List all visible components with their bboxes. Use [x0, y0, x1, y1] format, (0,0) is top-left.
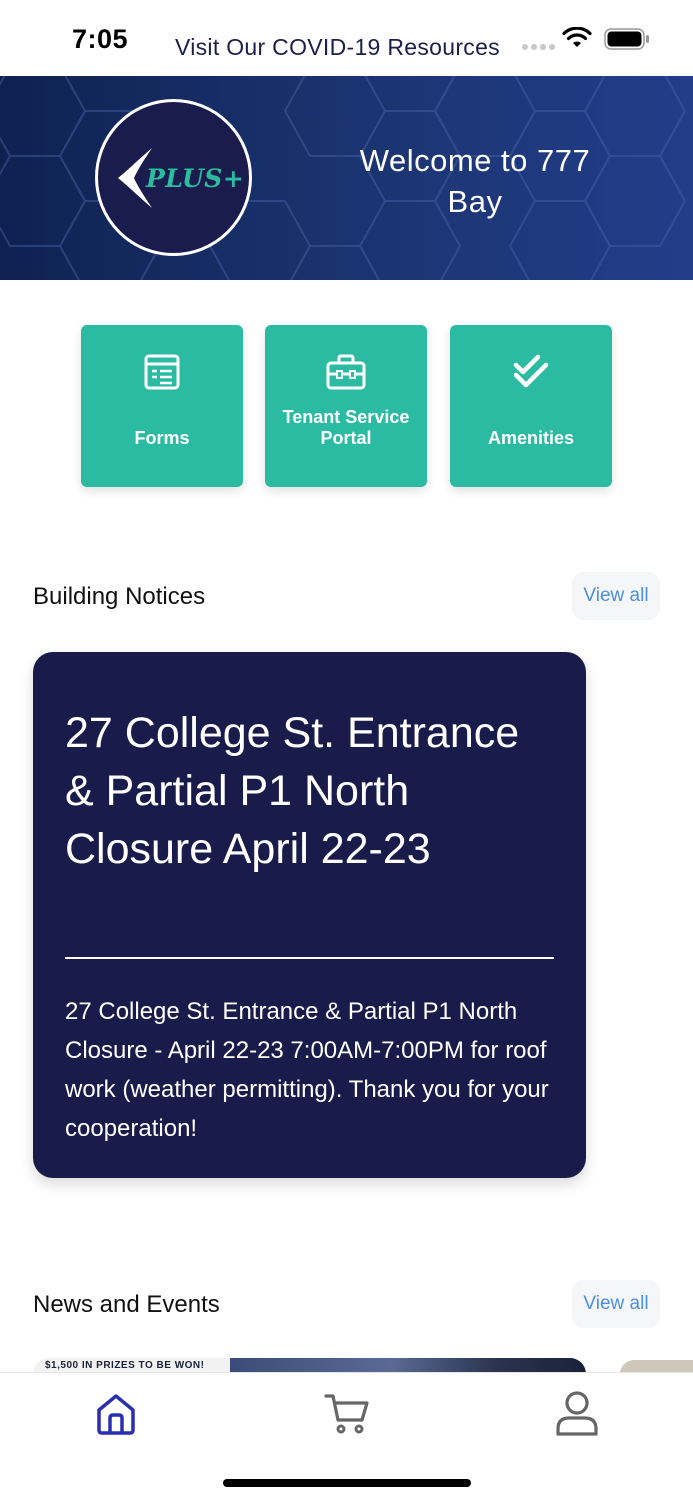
forms-label: Forms [134, 428, 190, 448]
user-icon [556, 1391, 598, 1436]
amenities-label: Amenities [487, 428, 575, 448]
building-notices-view-all[interactable]: View all [572, 572, 660, 620]
notice-divider [65, 957, 554, 959]
news-card-caption: $1,500 IN PRIZES TO BE WON! [45, 1360, 205, 1371]
tab-profile[interactable] [552, 1389, 602, 1439]
cart-icon [324, 1394, 369, 1434]
wifi-icon [562, 27, 592, 47]
status-bar: 7:05 Visit Our COVID-19 Resources [0, 0, 693, 76]
plus-logo: PLUS+ [95, 99, 252, 256]
tenant-service-portal-button[interactable]: Tenant Service Portal [265, 325, 427, 487]
signal-dots-icon [522, 44, 555, 50]
amenities-button[interactable]: Amenities [450, 325, 612, 487]
home-icon [97, 1394, 135, 1435]
covid-resources-link[interactable]: Visit Our COVID-19 Resources [175, 34, 500, 61]
notice-card[interactable]: 27 College St. Entrance & Partial P1 Nor… [33, 652, 586, 1178]
forms-button[interactable]: Forms [81, 325, 243, 487]
news-events-heading: News and Events [33, 1291, 220, 1318]
welcome-title: Welcome to 777 Bay [359, 143, 591, 219]
building-notices-heading: Building Notices [33, 583, 206, 610]
news-events-view-all[interactable]: View all [572, 1280, 660, 1328]
notice-title: 27 College St. Entrance & Partial P1 Nor… [65, 709, 520, 873]
toolbox-icon [326, 354, 366, 390]
notice-body: 27 College St. Entrance & Partial P1 Nor… [65, 998, 549, 1142]
tab-cart[interactable] [322, 1389, 372, 1439]
logo-text: PLUS+ [146, 164, 245, 193]
tab-home[interactable] [91, 1389, 141, 1439]
home-indicator [223, 1479, 471, 1487]
battery-icon [604, 28, 649, 50]
form-icon [144, 354, 180, 390]
tenant-service-portal-label: Tenant Service Portal [282, 407, 410, 448]
status-time: 7:05 [72, 24, 129, 54]
hero-banner: PLUS+ Welcome to 777 Bay [0, 76, 693, 280]
double-check-icon [513, 354, 549, 388]
